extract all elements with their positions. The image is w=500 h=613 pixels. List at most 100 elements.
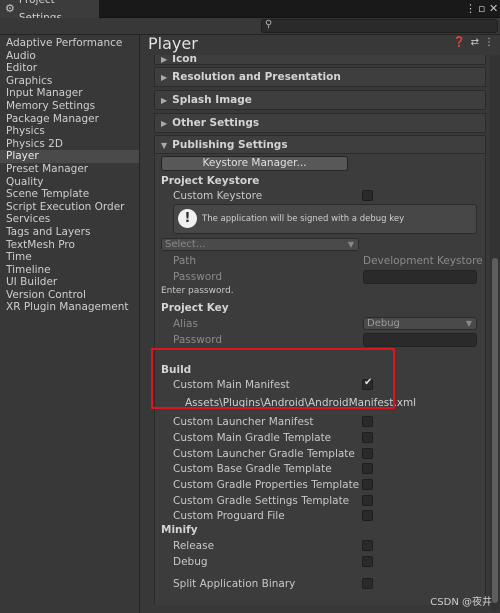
expand-arrow-icon: ▶ <box>161 55 168 64</box>
enter-password-hint: Enter password. <box>161 286 234 296</box>
sidebar-item-graphics[interactable]: Graphics <box>0 75 139 88</box>
minify-release-label: Release <box>173 540 215 552</box>
sidebar-item-quality[interactable]: Quality <box>0 176 139 189</box>
keystore-password-field[interactable] <box>363 270 477 284</box>
vertical-scrollbar[interactable] <box>490 55 500 610</box>
path-value: Development Keystore <box>363 255 483 267</box>
split-binary-label: Split Application Binary <box>173 578 296 590</box>
project-keystore-header: Project Keystore <box>161 175 260 187</box>
sidebar-item-ui-builder[interactable]: UI Builder <box>0 276 139 289</box>
dropdown-value: Debug <box>367 318 400 329</box>
minify-debug-label: Debug <box>173 556 208 568</box>
sidebar-item-services[interactable]: Services <box>0 213 139 226</box>
sidebar-item-input-manager[interactable]: Input Manager <box>0 87 139 100</box>
sidebar: Adaptive Performance Audio Editor Graphi… <box>0 35 140 613</box>
custom-launcher-gradle-label: Custom Launcher Gradle Template <box>173 448 355 460</box>
help-icon[interactable]: ❓ <box>453 37 465 48</box>
section-label: Publishing Settings <box>172 139 288 151</box>
key-password-label: Password <box>173 334 223 346</box>
gear-icon: ⚙ <box>5 2 15 15</box>
info-box: ! The application will be signed with a … <box>173 204 477 234</box>
sidebar-item-version-control[interactable]: Version Control <box>0 289 139 302</box>
sidebar-item-adaptive-performance[interactable]: Adaptive Performance <box>0 37 139 50</box>
split-binary-checkbox[interactable] <box>362 578 373 589</box>
section-resolution[interactable]: ▶ Resolution and Presentation <box>154 67 486 87</box>
path-label: Path <box>173 255 197 267</box>
key-password-field[interactable] <box>363 333 477 347</box>
custom-launcher-gradle-checkbox[interactable] <box>362 448 373 459</box>
sidebar-item-script-execution-order[interactable]: Script Execution Order <box>0 201 139 214</box>
inspector-content: ▶ Icon ▶ Resolution and Presentation ▶ Spla… <box>154 55 486 605</box>
custom-proguard-label: Custom Proguard File <box>173 510 285 522</box>
section-label: Resolution and Presentation <box>172 71 341 83</box>
highlight-box <box>151 348 395 409</box>
minify-release-checkbox[interactable] <box>362 540 373 551</box>
sidebar-item-player[interactable]: Player <box>0 150 139 163</box>
sidebar-item-preset-manager[interactable]: Preset Manager <box>0 163 139 176</box>
sidebar-item-timeline[interactable]: Timeline <box>0 264 139 277</box>
section-label: Icon <box>172 55 197 65</box>
search-bar: ⚲ <box>0 18 500 35</box>
scrollbar-thumb[interactable] <box>492 258 498 603</box>
search-icon: ⚲ <box>265 19 273 30</box>
alias-dropdown[interactable]: Debug ▼ <box>363 317 477 330</box>
custom-gradle-properties-label: Custom Gradle Properties Template <box>173 479 360 491</box>
section-icon[interactable]: ▶ Icon <box>154 55 486 65</box>
sidebar-item-scene-template[interactable]: Scene Template <box>0 188 139 201</box>
expand-arrow-icon: ▶ <box>161 96 168 105</box>
custom-base-gradle-label: Custom Base Gradle Template <box>173 463 332 475</box>
keystore-select-dropdown[interactable]: Select... ▼ <box>161 238 359 251</box>
alias-label: Alias <box>173 318 198 330</box>
sidebar-item-time[interactable]: Time <box>0 251 139 264</box>
maximize-icon[interactable]: ▫ <box>478 2 485 16</box>
info-icon: ! <box>178 209 197 228</box>
custom-main-gradle-checkbox[interactable] <box>362 432 373 443</box>
sidebar-item-memory-settings[interactable]: Memory Settings <box>0 100 139 113</box>
sidebar-item-editor[interactable]: Editor <box>0 62 139 75</box>
dropdown-value: Select... <box>165 239 206 250</box>
sidebar-item-tags-and-layers[interactable]: Tags and Layers <box>0 226 139 239</box>
expand-arrow-icon: ▶ <box>161 119 168 128</box>
section-label: Splash Image <box>172 94 252 106</box>
preset-icon[interactable]: ⇄ <box>471 37 479 48</box>
custom-keystore-label: Custom Keystore <box>173 190 263 202</box>
section-publishing[interactable]: ▼ Publishing Settings <box>154 135 486 155</box>
sidebar-item-textmesh-pro[interactable]: TextMesh Pro <box>0 239 139 252</box>
chevron-down-icon: ▼ <box>347 240 354 249</box>
tab-project-settings[interactable]: ⚙ Project Settings <box>0 0 99 24</box>
minify-header: Minify <box>161 524 198 536</box>
password-label: Password <box>173 271 223 283</box>
close-icon[interactable]: ✕ <box>489 2 498 16</box>
section-other[interactable]: ▶ Other Settings <box>154 113 486 133</box>
more-options-icon[interactable]: ⋮ <box>484 37 494 48</box>
main-panel: Player ❓ ⇄ ⋮ ▶ Icon ▶ Resolution and Prese… <box>141 35 500 613</box>
sidebar-item-xr-plugin-management[interactable]: XR Plugin Management <box>0 301 139 314</box>
custom-gradle-properties-checkbox[interactable] <box>362 479 373 490</box>
section-splash[interactable]: ▶ Splash Image <box>154 90 486 110</box>
custom-main-gradle-label: Custom Main Gradle Template <box>173 432 332 444</box>
window-titlebar: ⚙ Project Settings ⋮ ▫ ✕ <box>0 0 500 24</box>
custom-launcher-manifest-label: Custom Launcher Manifest <box>173 416 314 428</box>
custom-launcher-manifest-checkbox[interactable] <box>362 416 373 427</box>
custom-keystore-checkbox[interactable] <box>362 190 373 201</box>
sidebar-item-audio[interactable]: Audio <box>0 50 139 63</box>
section-label: Other Settings <box>172 117 260 129</box>
custom-proguard-checkbox[interactable] <box>362 510 373 521</box>
custom-gradle-settings-checkbox[interactable] <box>362 495 373 506</box>
custom-base-gradle-checkbox[interactable] <box>362 463 373 474</box>
watermark: CSDN @夜井 <box>430 597 492 608</box>
project-key-header: Project Key <box>161 302 229 314</box>
info-text: The application will be signed with a de… <box>202 214 405 224</box>
sidebar-list: Adaptive Performance Audio Editor Graphi… <box>0 35 139 314</box>
more-options-icon[interactable]: ⋮ <box>465 2 476 16</box>
expand-arrow-icon: ▶ <box>161 73 168 82</box>
custom-gradle-settings-label: Custom Gradle Settings Template <box>173 495 350 507</box>
sidebar-item-package-manager[interactable]: Package Manager <box>0 113 139 126</box>
sidebar-item-physics[interactable]: Physics <box>0 125 139 138</box>
sidebar-item-physics-2d[interactable]: Physics 2D <box>0 138 139 151</box>
search-input[interactable]: ⚲ <box>261 19 498 33</box>
minify-debug-checkbox[interactable] <box>362 556 373 567</box>
header-icons: ❓ ⇄ ⋮ <box>453 37 494 48</box>
page-title: Player <box>148 34 198 53</box>
keystore-manager-button[interactable]: Keystore Manager... <box>161 156 348 171</box>
